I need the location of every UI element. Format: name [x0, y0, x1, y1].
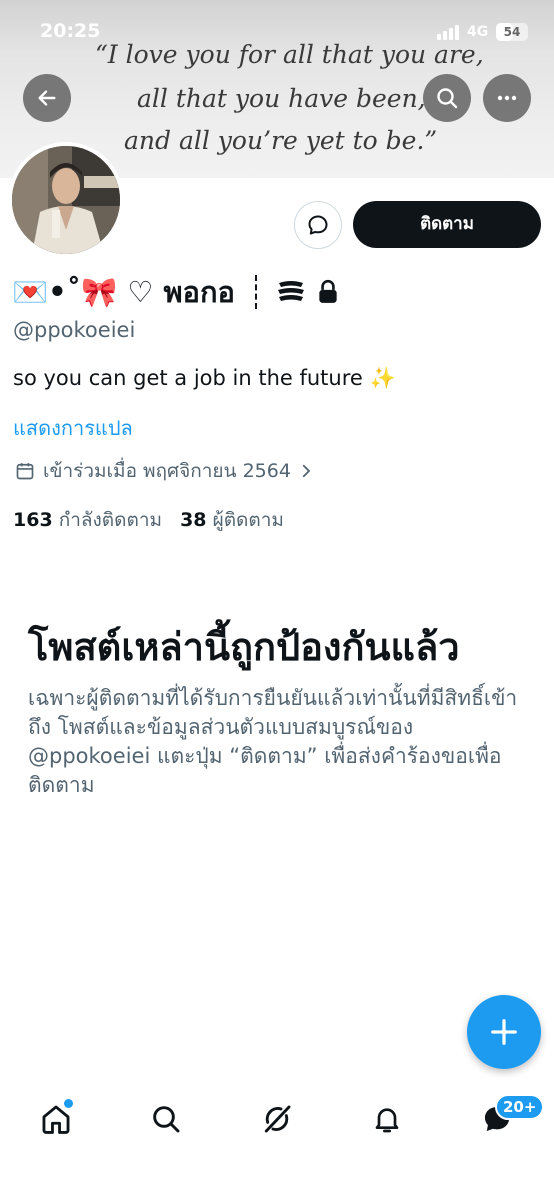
search-button[interactable]: [423, 74, 471, 122]
more-horizontal-icon: [497, 95, 517, 101]
back-button[interactable]: [23, 74, 71, 122]
followers-link[interactable]: 38 ผู้ติดตาม: [180, 509, 284, 531]
avatar-image: [12, 146, 120, 254]
avatar[interactable]: [8, 142, 124, 258]
message-bubble-icon: [308, 215, 328, 235]
protected-title: โพสต์เหล่านี้ถูกป้องกันแล้ว: [28, 625, 460, 669]
nav-home[interactable]: [36, 1099, 76, 1139]
chevron-right-icon: [302, 464, 311, 478]
name-badges: [254, 275, 341, 309]
follow-button[interactable]: ติดตาม: [353, 201, 541, 248]
banner-quote-line-2: all that you have been,: [137, 84, 426, 113]
notification-dot: [64, 1099, 73, 1108]
message-button[interactable]: [294, 201, 342, 249]
nav-search[interactable]: [146, 1099, 186, 1139]
profile-name-row: 💌•˚🎀 ♡ พอกอ: [12, 272, 341, 312]
battery-icon: 54: [496, 23, 528, 41]
search-icon: [153, 1106, 180, 1133]
more-button[interactable]: [483, 74, 531, 122]
divider: [254, 275, 257, 309]
status-bar: 20:25 4G 54: [0, 0, 554, 60]
joined-text: เข้าร่วมเมื่อ พฤศจิกายน 2564: [43, 460, 291, 482]
follow-stats: 163 กำลังติดตาม 38 ผู้ติดตาม: [13, 505, 284, 535]
nav-notifications[interactable]: [367, 1099, 407, 1139]
plus-icon: [491, 1019, 517, 1045]
calendar-icon: [16, 463, 34, 480]
status-time: 20:25: [40, 20, 101, 42]
following-label: กำลังติดตาม: [58, 509, 163, 531]
following-link[interactable]: 163 กำลังติดตาม: [13, 509, 162, 531]
profile-bio: so you can get a job in the future ✨: [13, 366, 396, 390]
display-name: 💌•˚🎀 ♡ พอกอ: [12, 275, 235, 309]
grok-icon: [264, 1105, 291, 1133]
messages-badge: 20+: [495, 1094, 545, 1120]
network-type: 4G: [467, 24, 489, 40]
bottom-nav: [0, 1083, 554, 1200]
followers-count: 38: [180, 509, 207, 531]
banner-quote-line-3: and all you’re yet to be.”: [124, 126, 438, 155]
following-count: 163: [13, 509, 53, 531]
bell-icon: [375, 1108, 399, 1133]
compose-button[interactable]: [467, 995, 541, 1069]
search-icon: [437, 88, 458, 109]
signal-icon: [437, 24, 463, 40]
followers-label: ผู้ติดตาม: [212, 509, 284, 531]
arrow-left-icon: [38, 90, 56, 106]
show-translation-link[interactable]: แสดงการแปล: [13, 412, 133, 444]
protected-description: เฉพาะผู้ติดตามที่ได้รับการยืนยันแล้วเท่า…: [28, 686, 518, 797]
battery-level: 54: [503, 25, 521, 39]
lock-icon: [319, 279, 337, 303]
nav-grok[interactable]: [257, 1099, 297, 1139]
joined-date[interactable]: เข้าร่วมเมื่อ พฤศจิกายน 2564: [15, 456, 323, 486]
stripes-icon: [277, 281, 304, 301]
profile-handle: @ppokoeiei: [13, 318, 136, 342]
